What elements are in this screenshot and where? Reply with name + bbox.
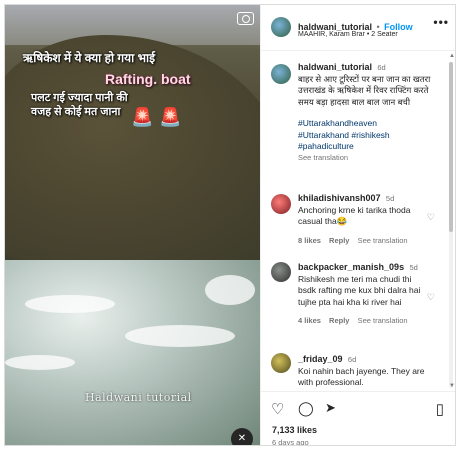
comment-item: khiladishivansh007 5d Anchoring krne ki …	[298, 193, 426, 245]
camera-icon[interactable]	[237, 12, 254, 25]
scrollbar-thumb[interactable]	[449, 62, 453, 232]
caption-username[interactable]: haldwani_tutorial	[298, 62, 372, 72]
comments-scroll-area[interactable]: haldwani_tutorial 6d बाहर से आए टूरिस्टो…	[261, 52, 449, 390]
post-actions-bar: ♡ ◯ ➤ ▯ 7,133 likes 6 days ago	[261, 391, 455, 446]
comment-time: 5d	[409, 263, 418, 272]
comment-item: backpacker_manish_09s 5d Rishikesh me te…	[298, 262, 426, 325]
hashtag[interactable]: #Uttarakhand #rishikesh	[298, 130, 446, 142]
video-foam	[5, 355, 75, 370]
reply-button[interactable]: Reply	[329, 236, 349, 245]
comment-user-line: _friday_09 6d	[298, 354, 426, 366]
post-side-panel: haldwani_tutorial • Follow MAAHIR, Karam…	[260, 5, 455, 446]
siren-icon: 🚨	[159, 107, 182, 127]
video-caption-line2: Rafting. boat	[105, 71, 191, 87]
post-header: haldwani_tutorial • Follow MAAHIR, Karam…	[261, 5, 455, 51]
see-translation-link[interactable]: See translation	[358, 236, 408, 245]
caption-user-line: haldwani_tutorial 6d	[298, 62, 446, 74]
hashtag[interactable]: #pahadiculture	[298, 141, 446, 153]
header-audio[interactable]: MAAHIR, Karam Brar • 2 Seater	[298, 31, 398, 38]
bookmark-icon[interactable]: ▯	[436, 400, 444, 418]
hashtag[interactable]: #Uttarakhandheaven	[298, 118, 446, 130]
avatar[interactable]	[271, 17, 291, 37]
comment-username[interactable]: _friday_09	[298, 354, 343, 364]
avatar[interactable]	[271, 262, 291, 282]
video-foam	[125, 325, 235, 347]
post-window: ऋषिकेश में ये क्या हो गया भाई Rafting. b…	[4, 4, 456, 446]
comment-text: Anchoring krne ki tarika thoda casual th…	[298, 204, 411, 227]
caption-block: haldwani_tutorial 6d बाहर से आए टूरिस्टो…	[298, 62, 446, 162]
reply-button[interactable]: Reply	[329, 316, 349, 325]
comment-likes[interactable]: 8 likes	[298, 236, 321, 245]
video-foam	[205, 275, 255, 305]
avatar[interactable]	[271, 64, 291, 84]
video-watermark: Haldwani tutorial	[85, 391, 192, 404]
speaker-muted-icon[interactable]: ✕	[231, 428, 253, 445]
comment-meta: 8 likes Reply See translation	[298, 236, 426, 245]
comment-meta: 4 likes Reply See translation	[298, 316, 426, 325]
comment-like-heart-icon[interactable]: ♡	[427, 292, 435, 303]
comment-item: _friday_09 6d Koi nahin bach jayenge. Th…	[298, 354, 426, 389]
likes-count[interactable]: 7,133 likes	[272, 425, 317, 435]
scroll-up-arrow-icon[interactable]: ▲	[449, 53, 455, 59]
scroll-down-arrow-icon[interactable]: ▼	[449, 383, 455, 389]
avatar[interactable]	[271, 353, 291, 373]
caption-text: बाहर से आए टूरिस्टों पर बना जान का खतरा …	[298, 73, 431, 107]
video-foam	[25, 295, 115, 313]
see-translation-link[interactable]: See translation	[298, 153, 446, 162]
comments-scrollbar[interactable]	[449, 62, 453, 388]
post-video[interactable]: ऋषिकेश में ये क्या हो गया भाई Rafting. b…	[5, 5, 260, 445]
comment-likes[interactable]: 4 likes	[298, 316, 321, 325]
more-options-icon[interactable]: •••	[433, 15, 449, 29]
video-hillside	[5, 35, 260, 265]
comment-like-heart-icon[interactable]: ♡	[427, 212, 435, 223]
comment-text: Koi nahin bach jayenge. They are with pr…	[298, 365, 425, 388]
comment-text: Rishikesh me teri ma chudi thi bsdk raft…	[298, 273, 421, 307]
caption-time: 6d	[377, 63, 386, 72]
comment-user-line: backpacker_manish_09s 5d	[298, 262, 426, 274]
video-caption-line3: पलट गई ज्यादा पानी की वजह से कोई मत जाना	[31, 92, 128, 118]
comment-user-line: khiladishivansh007 5d	[298, 193, 426, 205]
share-icon[interactable]: ➤	[325, 400, 336, 416]
video-caption-line1: ऋषिकेश में ये क्या हो गया भाई	[23, 51, 156, 65]
heart-icon[interactable]: ♡	[271, 400, 284, 418]
avatar[interactable]	[271, 194, 291, 214]
post-date: 6 days ago	[272, 438, 309, 446]
siren-icon: 🚨	[131, 107, 154, 127]
see-translation-link[interactable]: See translation	[358, 316, 408, 325]
comment-username[interactable]: khiladishivansh007	[298, 193, 381, 203]
comment-time: 6d	[347, 355, 357, 364]
comment-time: 5d	[385, 194, 395, 203]
comment-icon[interactable]: ◯	[298, 400, 314, 417]
comment-username[interactable]: backpacker_manish_09s	[298, 262, 404, 272]
